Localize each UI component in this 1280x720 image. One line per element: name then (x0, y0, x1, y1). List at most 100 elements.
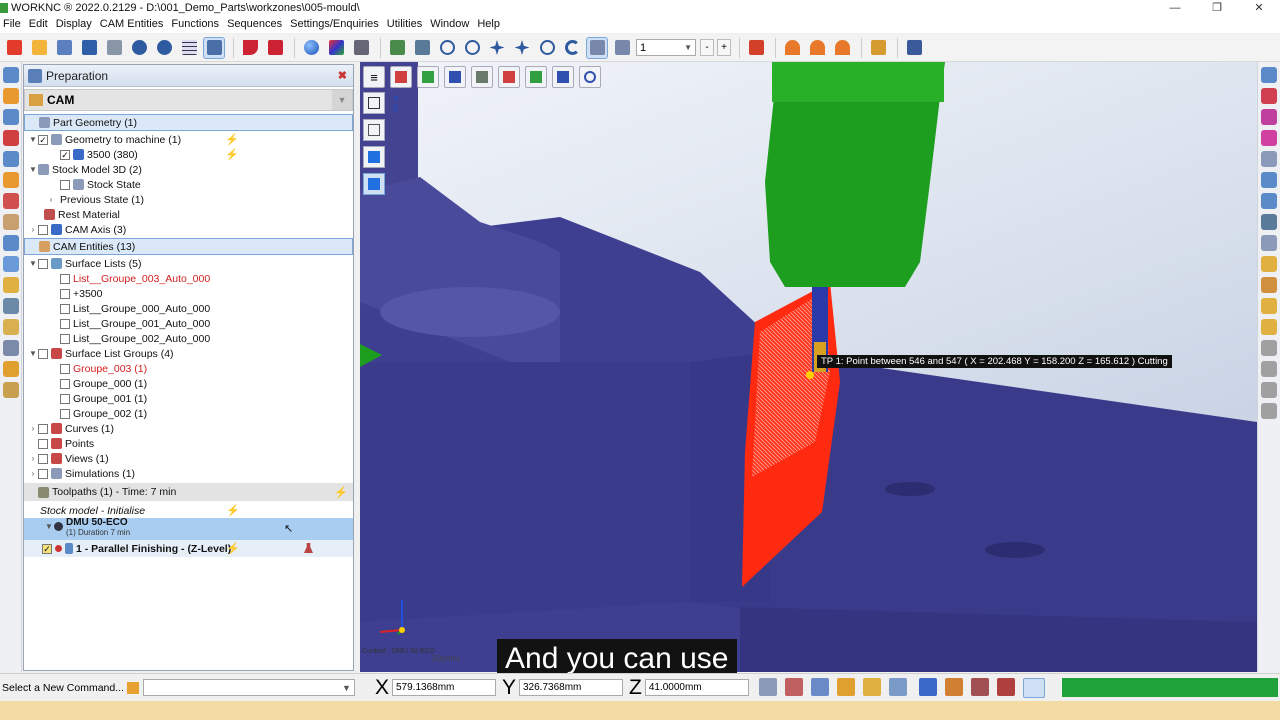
menu-sequences[interactable]: Sequences (227, 18, 282, 30)
point-tool-icon[interactable] (2, 130, 19, 146)
export-button[interactable] (745, 37, 767, 59)
layers-icon[interactable] (1261, 172, 1277, 188)
checkbox[interactable] (60, 303, 70, 314)
slash-icon[interactable] (888, 677, 907, 696)
save-button[interactable] (78, 37, 100, 59)
eraser-icon[interactable] (1261, 151, 1277, 167)
tree-part-geometry[interactable]: Part Geometry (1) (24, 114, 353, 131)
report-tool-icon[interactable] (2, 319, 19, 335)
tree-list-item[interactable]: List__Groupe_001_Auto_000 (24, 316, 353, 331)
tree-stock-model[interactable]: ▼ Stock Model 3D (2) (24, 162, 353, 177)
checkbox[interactable] (38, 224, 48, 235)
lightning-icon[interactable]: ⚡ (334, 486, 348, 499)
stock-tool-icon[interactable] (2, 193, 19, 209)
tool-arc-button-1[interactable] (781, 37, 803, 59)
brush-icon[interactable] (836, 677, 855, 696)
tree-stock-init[interactable]: Stock model - Initialise ⚡ (24, 503, 353, 518)
axis-frame-button[interactable] (264, 37, 286, 59)
axis-view-button[interactable]: Y Z (393, 95, 415, 117)
menu-display[interactable]: Display (56, 18, 92, 30)
checkbox[interactable] (60, 318, 70, 329)
stack-icon[interactable] (1261, 193, 1277, 209)
menu-functions[interactable]: Functions (171, 18, 219, 30)
x-coordinate-field[interactable]: 579.1368mm (391, 679, 496, 696)
pan-button[interactable] (486, 37, 508, 59)
checkbox[interactable] (60, 408, 70, 419)
snap-icon[interactable] (758, 677, 777, 696)
expand-icon[interactable]: › (28, 424, 38, 433)
print-icon[interactable] (996, 677, 1015, 696)
tree-group-item[interactable]: Groupe_000 (1) (24, 376, 353, 391)
tree-machine[interactable]: ▼ DMU 50-ECO (1) Duration 7 min ↖ (24, 518, 353, 540)
grid-icon[interactable] (1261, 340, 1277, 356)
tree-simulations[interactable]: › Simulations (1) (24, 466, 353, 481)
checkbox[interactable] (60, 288, 70, 299)
check-tool-icon[interactable] (2, 382, 19, 398)
view-left-button[interactable] (498, 66, 520, 88)
tree-list-item[interactable]: +3500 (24, 286, 353, 301)
menu-settings[interactable]: Settings/Enquiries (290, 18, 379, 30)
shaded-button[interactable] (363, 146, 385, 168)
checkbox[interactable] (60, 273, 70, 284)
geometry-tool-icon[interactable] (2, 67, 19, 83)
new-file-button[interactable] (3, 37, 25, 59)
fill-tool-icon[interactable] (2, 214, 19, 230)
simulation-tool-icon[interactable] (2, 298, 19, 314)
hand-tool-button[interactable] (867, 37, 889, 59)
camera-button[interactable] (350, 37, 372, 59)
tree-toolpaths[interactable]: Toolpaths (1) - Time: 7 min ⚡ (24, 483, 353, 501)
view-front-button[interactable] (390, 66, 412, 88)
zoom-window-button[interactable] (461, 37, 483, 59)
cube-blue-icon[interactable] (1261, 67, 1277, 83)
expand-icon[interactable]: › (28, 454, 38, 463)
tree-geometry-to-machine[interactable]: ▼ ✓ Geometry to machine (1) ⚡ (24, 132, 353, 147)
spin-button[interactable] (536, 37, 558, 59)
view-iso-button[interactable] (552, 66, 574, 88)
view-top-button[interactable] (444, 66, 466, 88)
checkbox[interactable] (38, 258, 48, 269)
collapse-icon[interactable]: ▼ (28, 259, 38, 268)
cam-selector[interactable]: CAM ▼ (24, 89, 353, 111)
curve-icon[interactable] (862, 677, 881, 696)
checkbox[interactable] (38, 423, 48, 434)
checkbox[interactable] (60, 363, 70, 374)
checkbox[interactable] (38, 438, 48, 449)
command-input[interactable]: ▼ (142, 679, 355, 696)
menu-edit[interactable]: Edit (29, 18, 48, 30)
diamond-icon[interactable] (1261, 382, 1277, 398)
wireframe-button[interactable] (363, 92, 385, 114)
outline-button[interactable] (363, 119, 385, 141)
tool-arc-button-3[interactable] (831, 37, 853, 59)
cube-pink-icon[interactable] (1261, 130, 1277, 146)
collapse-icon[interactable]: ▼ (44, 522, 54, 531)
view-zoom-button[interactable] (579, 66, 601, 88)
pencil-icon[interactable] (1261, 403, 1277, 419)
machine-tool-icon[interactable] (2, 340, 19, 356)
axis-tool-icon[interactable] (2, 256, 19, 272)
checkbox[interactable]: ✓ (60, 149, 70, 160)
menu-file[interactable]: File (3, 18, 21, 30)
info-icon[interactable] (918, 677, 937, 696)
chevron-down-icon[interactable]: ▼ (332, 90, 352, 110)
layer-button[interactable] (386, 37, 408, 59)
checkbox[interactable] (60, 378, 70, 389)
expand-icon[interactable]: › (28, 225, 38, 234)
3d-viewport[interactable]: ≡ Y Z TP 1: Point between 546 and 547 ( … (360, 62, 1257, 672)
print-button[interactable] (103, 37, 125, 59)
y-coordinate-field[interactable]: 326.7368mm (519, 679, 623, 696)
monitor-icon[interactable] (1261, 214, 1277, 230)
tool-icon[interactable] (1261, 235, 1277, 251)
tree-3500[interactable]: ✓ 3500 (380) ⚡ (24, 147, 353, 162)
panel-toggle-button[interactable] (203, 36, 225, 59)
tree-list-item[interactable]: List__Groupe_003_Auto_000 (24, 271, 353, 286)
tree-group-item[interactable]: Groupe_003 (1) (24, 361, 353, 376)
curve-icon[interactable] (1261, 298, 1277, 314)
tree-surface-list-groups[interactable]: ▼ Surface List Groups (4) (24, 346, 353, 361)
menu-utilities[interactable]: Utilities (387, 18, 422, 30)
rotate-button[interactable] (511, 37, 533, 59)
tree-group-item[interactable]: Groupe_001 (1) (24, 391, 353, 406)
maximize-button[interactable]: ❐ (1196, 0, 1238, 15)
collapse-icon[interactable]: ▼ (28, 349, 38, 358)
tree-curves[interactable]: › Curves (1) (24, 421, 353, 436)
refresh-button[interactable] (561, 37, 583, 59)
